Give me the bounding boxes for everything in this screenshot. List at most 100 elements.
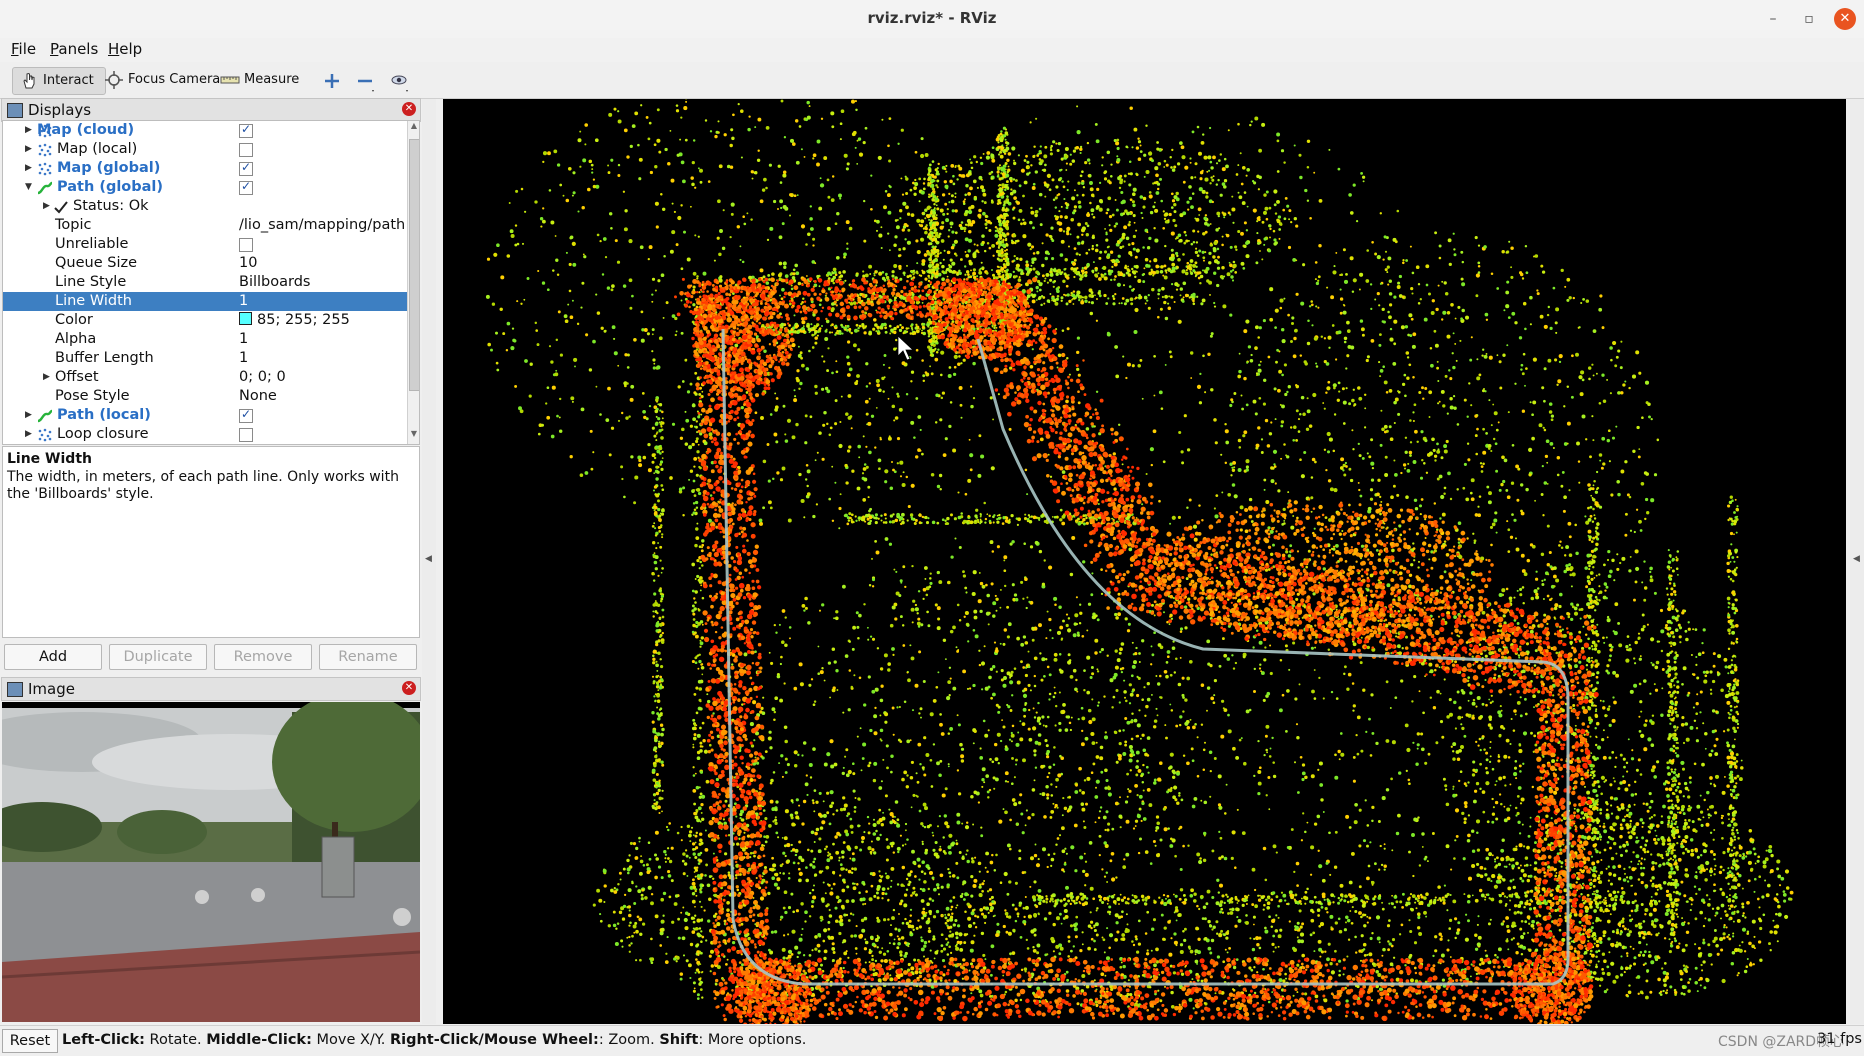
right-splitter[interactable]: ◀ xyxy=(1850,99,1864,1024)
duplicate-button[interactable]: Duplicate xyxy=(109,644,207,670)
expand-arrow-icon[interactable]: ▶ xyxy=(25,140,35,159)
monitor-icon xyxy=(7,103,23,118)
scroll-thumb[interactable] xyxy=(409,139,420,391)
collapse-arrow-icon[interactable]: ▼ xyxy=(25,178,35,197)
expand-arrow-icon[interactable]: ▶ xyxy=(25,121,35,140)
tree-row-value[interactable]: /lio_sam/mapping/path xyxy=(239,216,405,235)
close-button[interactable]: ✕ xyxy=(1834,8,1856,30)
focus-camera-button[interactable]: Focus Camera xyxy=(98,67,226,93)
tree-row-label: Color xyxy=(55,311,93,330)
tree-row-line-width[interactable]: Line Width 1 xyxy=(3,292,407,311)
path-icon xyxy=(37,408,53,424)
tree-row-status-ok[interactable]: ▶ Status: Ok xyxy=(3,197,407,216)
enable-checkbox[interactable] xyxy=(239,428,253,442)
left-splitter[interactable]: ◀ xyxy=(422,99,436,1024)
maximize-button[interactable]: ▫ xyxy=(1798,8,1820,30)
scroll-up-icon[interactable]: ▲ xyxy=(408,121,420,135)
tree-row-value[interactable]: 85; 255; 255 xyxy=(239,311,350,330)
enable-checkbox[interactable] xyxy=(239,162,253,176)
enable-checkbox[interactable] xyxy=(239,181,253,195)
tree-row-buffer-length[interactable]: Buffer Length1 xyxy=(3,349,407,368)
interact-label: Interact xyxy=(43,73,94,88)
expand-arrow-icon[interactable]: ▶ xyxy=(25,159,35,178)
tree-row-label: Topic xyxy=(55,216,91,235)
tree-row-value[interactable]: None xyxy=(239,387,277,406)
enable-checkbox[interactable] xyxy=(239,143,253,157)
tree-row-pose-style[interactable]: Pose Style None xyxy=(3,387,407,406)
expand-arrow-icon[interactable]: ▶ xyxy=(43,197,53,216)
tree-row-label: Path (local) xyxy=(57,406,151,425)
remove-button[interactable]: Remove xyxy=(214,644,312,670)
enable-checkbox[interactable] xyxy=(239,238,253,252)
image-panel-header: Image ✕ xyxy=(1,677,421,701)
tree-row-value[interactable]: 0; 0; 0 xyxy=(239,368,286,387)
tree-row-path-global[interactable]: ▼Path (global) xyxy=(3,178,407,197)
tree-row-label: Map (local) xyxy=(57,140,137,159)
status-bar: Reset Left-Click: Rotate. Middle-Click: … xyxy=(0,1025,1864,1056)
expand-arrow-icon[interactable]: ▶ xyxy=(25,425,35,444)
tree-row-value[interactable]: Billboards xyxy=(239,273,310,292)
enable-checkbox[interactable] xyxy=(239,124,253,138)
tree-row-color[interactable]: Color 85; 255; 255 xyxy=(3,311,407,330)
menu-file[interactable]: File xyxy=(11,40,36,58)
tree-row-value[interactable]: 1 xyxy=(239,292,248,311)
tree-row-topic[interactable]: Topic/lio_sam/mapping/path xyxy=(3,216,407,235)
tree-row-label: Pose Style xyxy=(55,387,130,406)
tree-row-label: Line Style xyxy=(55,273,126,292)
3d-viewport[interactable] xyxy=(443,99,1846,1024)
tree-row-offset[interactable]: ▶Offset0; 0; 0 xyxy=(3,368,407,387)
tree-row-map-local[interactable]: ▶ Map (local) xyxy=(3,140,407,159)
interact-tool-button[interactable]: Interact xyxy=(12,67,106,95)
rename-button[interactable]: Rename xyxy=(319,644,417,670)
point-cloud-icon xyxy=(37,161,53,177)
tree-row-line-style[interactable]: Line Style Billboards xyxy=(3,273,407,292)
hand-pointer-icon xyxy=(19,71,39,91)
fps-counter: 31 fps xyxy=(1817,1031,1862,1047)
expand-arrow-icon[interactable]: ▶ xyxy=(25,406,35,425)
scroll-down-icon[interactable]: ▼ xyxy=(408,429,420,443)
image-icon xyxy=(7,682,23,697)
close-displays-icon[interactable]: ✕ xyxy=(402,102,416,116)
menu-panels[interactable]: Panels xyxy=(50,40,98,58)
tree-row-map-cloud[interactable]: ▶Map (cloud) xyxy=(3,121,407,140)
image-panel-title: Image xyxy=(28,678,75,700)
property-description: Line Width The width, in meters, of each… xyxy=(2,446,420,638)
displays-scrollbar[interactable]: ▲ ▼ xyxy=(407,121,420,444)
measure-label: Measure xyxy=(244,72,299,87)
enable-checkbox[interactable] xyxy=(239,409,253,423)
tree-row-value[interactable]: 1 xyxy=(239,349,248,368)
displays-tree: ▶Map (cloud)▶Map (local)▶Map (global)▼Pa… xyxy=(2,120,420,445)
close-image-icon[interactable]: ✕ xyxy=(402,681,416,695)
remove-tool-icon[interactable] xyxy=(352,68,378,94)
tree-row-alpha[interactable]: Alpha1 xyxy=(3,330,407,349)
tree-row-value[interactable]: 1 xyxy=(239,330,248,349)
focus-camera-label: Focus Camera xyxy=(128,72,220,87)
tree-row-label: Queue Size xyxy=(55,254,137,273)
displays-title: Displays xyxy=(28,99,91,121)
window-title: rviz.rviz* - RViz xyxy=(0,9,1864,27)
menu-help[interactable]: Help xyxy=(108,40,142,58)
tree-row-map-global[interactable]: ▶ Map (global) xyxy=(3,159,407,178)
tree-row-path-local[interactable]: ▶ Path (local) xyxy=(3,406,407,425)
expand-arrow-icon[interactable]: ▶ xyxy=(43,368,53,387)
point-cloud-map[interactable] xyxy=(443,99,1846,1024)
eye-view-icon[interactable] xyxy=(386,68,412,94)
tree-row-queue-size[interactable]: Queue Size 10 xyxy=(3,254,407,273)
add-tool-icon[interactable] xyxy=(319,68,345,94)
tree-row-value[interactable]: 10 xyxy=(239,254,257,273)
toolbar: Interact Focus Camera Measure xyxy=(0,62,1864,99)
tree-row-label: Unreliable xyxy=(55,235,128,254)
add-button[interactable]: Add xyxy=(4,644,102,670)
minimize-button[interactable]: – xyxy=(1762,8,1784,30)
tree-row-loop-closure[interactable]: ▶Loop closure xyxy=(3,425,407,444)
color-swatch xyxy=(239,312,252,325)
camera-image-picture xyxy=(2,702,420,1022)
description-text: The width, in meters, of each path line.… xyxy=(7,469,413,503)
tree-row-label: Status: Ok xyxy=(73,197,149,216)
tree-row-label: Map (global) xyxy=(57,159,160,178)
tree-row-label: Line Width xyxy=(55,292,132,311)
reset-button[interactable]: Reset xyxy=(2,1029,58,1053)
measure-button[interactable]: Measure xyxy=(214,67,305,93)
status-ok-icon xyxy=(53,199,69,215)
tree-row-unreliable[interactable]: Unreliable xyxy=(3,235,407,254)
